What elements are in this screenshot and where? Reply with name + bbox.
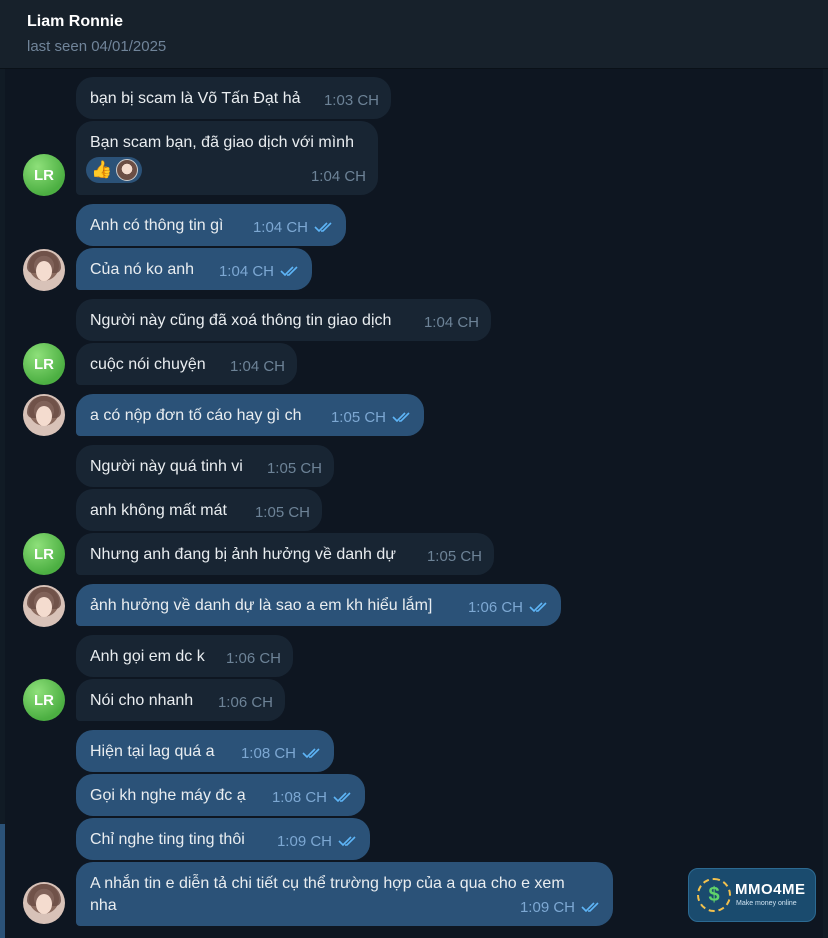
message-time: 1:09 CH — [519, 899, 575, 916]
message-text: Hiện tại lag quá a — [90, 743, 215, 760]
right-panel-edge — [823, 69, 828, 938]
message-text: Nhưng anh đang bị ảnh hưởng về danh dự — [90, 546, 396, 563]
message-bubble[interactable]: anh không mất mát 1:05 CH — [76, 489, 322, 531]
reactor-avatar-icon — [116, 159, 138, 181]
reactions-bar[interactable]: 👍 — [86, 157, 142, 183]
left-panel-edge — [0, 69, 5, 938]
message-text: Nói cho nhanh — [90, 692, 194, 709]
message-time: 1:06 CH — [467, 599, 523, 616]
watermark-logo: $ MMO4ME Make money online — [688, 868, 816, 922]
message-bubble[interactable]: Người này cũng đã xoá thông tin giao dịc… — [76, 299, 491, 341]
message-text: Anh gọi em dc k — [90, 648, 205, 665]
read-check-icon — [314, 221, 334, 233]
message-text: Chỉ nghe ting ting thôi — [90, 831, 245, 848]
message-bubble[interactable]: a có nộp đơn tố cáo hay gì ch 1:05 CH — [76, 394, 424, 436]
read-check-icon — [392, 411, 412, 423]
message-bubble[interactable]: Hiện tại lag quá a 1:08 CH — [76, 730, 334, 772]
message-text: bạn bị scam là Võ Tấn Đạt hả — [90, 90, 301, 107]
message-time: 1:05 CH — [330, 409, 386, 426]
message-text: Anh có thông tin gì — [90, 217, 224, 234]
chat-header[interactable]: Liam Ronnie last seen 04/01/2025 — [0, 0, 828, 69]
message-bubble[interactable]: A nhắn tin e diễn tả chi tiết cụ thể trư… — [76, 862, 613, 926]
avatar[interactable]: LR — [23, 154, 65, 196]
read-check-icon — [529, 601, 549, 613]
read-check-icon — [333, 791, 353, 803]
message-time: 1:04 CH — [252, 219, 308, 236]
message-bubble[interactable]: Anh có thông tin gì 1:04 CH — [76, 204, 346, 246]
message-time: 1:06 CH — [217, 694, 273, 711]
last-seen-status: last seen 04/01/2025 — [27, 38, 167, 55]
message-time: 1:03 CH — [323, 92, 379, 109]
avatar[interactable]: LR — [23, 679, 65, 721]
read-check-icon — [581, 901, 601, 913]
avatar[interactable] — [23, 882, 65, 924]
message-text: anh không mất mát — [90, 502, 227, 519]
message-bubble[interactable]: Người này quá tinh vi 1:05 CH — [76, 445, 334, 487]
avatar[interactable]: LR — [23, 343, 65, 385]
avatar-initials: LR — [34, 355, 54, 373]
message-bubble[interactable]: Gọi kh nghe máy đc ạ 1:08 CH — [76, 774, 365, 816]
message-text-continued: nha — [90, 897, 117, 914]
avatar[interactable] — [23, 585, 65, 627]
message-bubble[interactable]: Anh gọi em dc k 1:06 CH — [76, 635, 293, 677]
watermark-tagline: Make money online — [736, 900, 797, 907]
selected-indicator — [0, 824, 5, 938]
message-bubble[interactable]: Nói cho nhanh 1:06 CH — [76, 679, 285, 721]
message-bubble[interactable]: bạn bị scam là Võ Tấn Đạt hả 1:03 CH — [76, 77, 391, 119]
message-bubble[interactable]: Nhưng anh đang bị ảnh hưởng về danh dự 1… — [76, 533, 494, 575]
message-time: 1:06 CH — [225, 650, 281, 667]
message-bubble[interactable]: Của nó ko anh 1:04 CH — [76, 248, 312, 290]
message-text: Gọi kh nghe máy đc ạ — [90, 787, 246, 804]
avatar[interactable]: LR — [23, 533, 65, 575]
message-time: 1:05 CH — [254, 504, 310, 521]
message-time: 1:04 CH — [310, 168, 366, 185]
message-text: a có nộp đơn tố cáo hay gì ch — [90, 407, 302, 424]
message-time: 1:04 CH — [218, 263, 274, 280]
message-text: ảnh hưởng về danh dự là sao a em kh hiểu… — [90, 597, 433, 614]
thumbs-up-icon[interactable]: 👍 — [91, 160, 112, 180]
message-text: cuộc nói chuyện — [90, 356, 206, 373]
message-text: Người này cũng đã xoá thông tin giao dịc… — [90, 312, 392, 329]
avatar[interactable] — [23, 394, 65, 436]
watermark-brand: MMO4ME — [735, 881, 806, 898]
message-time: 1:05 CH — [426, 548, 482, 565]
message-time: 1:05 CH — [266, 460, 322, 477]
read-check-icon — [302, 747, 322, 759]
read-check-icon — [280, 265, 300, 277]
message-time: 1:04 CH — [229, 358, 285, 375]
avatar-initials: LR — [34, 166, 54, 184]
message-bubble[interactable]: ảnh hưởng về danh dự là sao a em kh hiểu… — [76, 584, 561, 626]
message-bubble[interactable]: Bạn scam bạn, đã giao dịch với mình 👍 1:… — [76, 121, 378, 195]
message-time: 1:08 CH — [271, 789, 327, 806]
message-text: Người này quá tinh vi — [90, 458, 243, 475]
message-time: 1:08 CH — [240, 745, 296, 762]
read-check-icon — [338, 835, 358, 847]
message-text: Của nó ko anh — [90, 261, 195, 278]
contact-name[interactable]: Liam Ronnie — [27, 13, 123, 31]
dollar-coin-icon: $ — [697, 878, 731, 912]
avatar-initials: LR — [34, 545, 54, 563]
avatar-initials: LR — [34, 691, 54, 709]
message-text: Bạn scam bạn, đã giao dịch với mình — [90, 134, 354, 151]
message-time: 1:09 CH — [276, 833, 332, 850]
message-bubble[interactable]: Chỉ nghe ting ting thôi 1:09 CH — [76, 818, 370, 860]
message-bubble[interactable]: cuộc nói chuyện 1:04 CH — [76, 343, 297, 385]
message-text: A nhắn tin e diễn tả chi tiết cụ thể trư… — [90, 875, 565, 892]
message-time: 1:04 CH — [423, 314, 479, 331]
avatar[interactable] — [23, 249, 65, 291]
